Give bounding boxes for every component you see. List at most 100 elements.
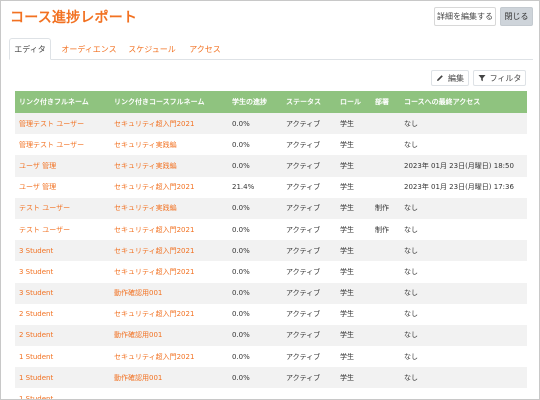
last-access-cell: なし [404, 225, 418, 234]
user-fullname-link[interactable]: 管理テスト ユーザー [15, 134, 110, 155]
department-cell [371, 367, 400, 388]
table-row: 1 Student セキュリティ超入門2021 0.0% アクティブ 学生 なし [15, 346, 527, 368]
course-fullname-link[interactable]: 動作確認用001 [110, 367, 228, 388]
course-fullname-link[interactable]: セキュリティ実践編 [110, 134, 228, 155]
user-fullname-link[interactable]: 2 Student [15, 325, 110, 346]
table-row: 管理テスト ユーザー セキュリティ実践編 0.0% アクティブ 学生 なし [15, 134, 527, 156]
user-fullname-link[interactable]: ユーザ 管理 [15, 177, 110, 198]
edit-details-button[interactable]: 詳細を編集する [434, 7, 496, 26]
col-header-progress[interactable]: 学生の進捗 [228, 91, 282, 113]
close-button[interactable]: 閉じる [500, 7, 533, 26]
tab-audience[interactable]: オーディエンス [57, 38, 121, 60]
status-cell [282, 388, 336, 399]
status-cell: アクティブ [286, 373, 321, 382]
department-cell [371, 346, 400, 367]
tab-bar: エディタ オーディエンス スケジュール アクセス [9, 38, 533, 60]
progress-cell: 21.4% [232, 183, 255, 192]
user-fullname-link[interactable]: テスト ユーザー [15, 198, 110, 219]
last-access-cell: なし [404, 204, 418, 213]
user-fullname-link[interactable]: 1 Student [15, 367, 110, 388]
course-fullname-link[interactable]: セキュリティ超入門2021 [110, 177, 228, 198]
department-cell [371, 261, 400, 282]
department-cell: 制作 [375, 225, 389, 234]
role-cell: 学生 [340, 204, 354, 213]
status-cell: アクティブ [286, 352, 321, 361]
last-access-cell: なし [404, 331, 418, 340]
table-header: リンク付きフルネーム リンク付きコースフルネーム 学生の進捗 ステータス ロール… [15, 91, 527, 113]
tab-schedule[interactable]: スケジュール [123, 38, 181, 60]
role-cell: 学生 [340, 267, 354, 276]
course-fullname-link[interactable]: セキュリティ超入門2021 [110, 304, 228, 325]
table-row: 2 Student セキュリティ超入門2021 0.0% アクティブ 学生 なし [15, 303, 527, 325]
tab-access[interactable]: アクセス [183, 38, 227, 60]
course-fullname-link[interactable]: セキュリティ実践編 [110, 198, 228, 219]
table-row: ユーザ 管理 セキュリティ超入門2021 21.4% アクティブ 学生 2023年 01月… [15, 176, 527, 198]
status-cell: アクティブ [286, 246, 321, 255]
course-fullname-link[interactable]: 動作確認用001 [110, 325, 228, 346]
role-cell: 学生 [340, 183, 354, 192]
course-fullname-link[interactable]: 動作確認用001 [110, 283, 228, 304]
status-cell: アクティブ [286, 289, 321, 298]
col-header-last-access[interactable]: コースへの最終アクセス [400, 91, 527, 113]
edit-button[interactable]: 編集 [431, 70, 469, 86]
col-header-fullname[interactable]: リンク付きフルネーム [15, 91, 110, 113]
last-access-cell: なし [404, 246, 418, 255]
department-cell [371, 113, 400, 134]
filter-icon [478, 74, 486, 82]
role-cell: 学生 [340, 161, 354, 170]
course-fullname-link[interactable]: セキュリティ超入門2021 [110, 113, 228, 134]
progress-cell: 0.0% [232, 246, 250, 255]
course-fullname-link[interactable]: セキュリティ超入門2021 [110, 261, 228, 282]
user-fullname-link[interactable]: 3 Student [15, 261, 110, 282]
department-cell [371, 155, 400, 176]
status-cell: アクティブ [286, 204, 321, 213]
pencil-icon [436, 74, 444, 82]
course-fullname-link[interactable]: セキュリティ超入門2021 [110, 219, 228, 240]
tab-editor[interactable]: エディタ [9, 38, 51, 60]
role-cell: 学生 [340, 140, 354, 149]
table-body: 管理テスト ユーザー セキュリティ超入門2021 0.0% アクティブ 学生 なし 管理テス… [15, 113, 527, 399]
filter-button[interactable]: フィルタ [473, 70, 526, 86]
progress-cell: 0.0% [232, 267, 250, 276]
role-cell: 学生 [340, 352, 354, 361]
user-fullname-link[interactable]: ユーザ 管理 [15, 155, 110, 176]
status-cell: アクティブ [286, 267, 321, 276]
progress-cell: 0.0% [232, 204, 250, 213]
table-row: 3 Student セキュリティ超入門2021 0.0% アクティブ 学生 なし [15, 240, 527, 262]
department-cell [371, 240, 400, 261]
table-row: 3 Student セキュリティ超入門2021 0.0% アクティブ 学生 なし [15, 261, 527, 283]
department-cell [371, 177, 400, 198]
col-header-course[interactable]: リンク付きコースフルネーム [110, 91, 228, 113]
last-access-cell: なし [404, 373, 418, 382]
course-fullname-link[interactable]: セキュリティ超入門2021 [110, 240, 228, 261]
course-fullname-link[interactable]: セキュリティ超入門2021 [110, 346, 228, 367]
status-cell: アクティブ [286, 331, 321, 340]
table-row: 3 Student 動作確認用001 0.0% アクティブ 学生 なし [15, 282, 527, 304]
user-fullname-link[interactable]: 3 Student [15, 240, 110, 261]
col-header-role[interactable]: ロール [336, 91, 371, 113]
user-fullname-link[interactable]: 管理テスト ユーザー [15, 113, 110, 134]
course-fullname-link[interactable] [110, 388, 228, 399]
role-cell: 学生 [340, 373, 354, 382]
status-cell: アクティブ [286, 310, 321, 319]
status-cell: アクティブ [286, 119, 321, 128]
department-cell: 制作 [375, 204, 389, 213]
progress-cell: 0.0% [232, 225, 250, 234]
table-row: テスト ユーザー セキュリティ超入門2021 0.0% アクティブ 学生 制作 なし [15, 218, 527, 241]
progress-cell: 0.0% [232, 119, 250, 128]
user-fullname-link[interactable]: 1 Student [15, 388, 110, 399]
user-fullname-link[interactable]: 3 Student [15, 283, 110, 304]
progress-cell: 0.0% [232, 352, 250, 361]
user-fullname-link[interactable]: テスト ユーザー [15, 219, 110, 240]
role-cell: 学生 [340, 331, 354, 340]
department-cell [371, 304, 400, 325]
col-header-department[interactable]: 部署 [371, 91, 400, 113]
table-row: ユーザ 管理 セキュリティ実践編 0.0% アクティブ 学生 2023年 01月 23日(… [15, 155, 527, 177]
course-fullname-link[interactable]: セキュリティ実践編 [110, 155, 228, 176]
status-cell: アクティブ [286, 225, 321, 234]
col-header-status[interactable]: ステータス [282, 91, 336, 113]
user-fullname-link[interactable]: 1 Student [15, 346, 110, 367]
table-row: 管理テスト ユーザー セキュリティ超入門2021 0.0% アクティブ 学生 なし [15, 113, 527, 135]
user-fullname-link[interactable]: 2 Student [15, 304, 110, 325]
department-cell [371, 388, 400, 399]
